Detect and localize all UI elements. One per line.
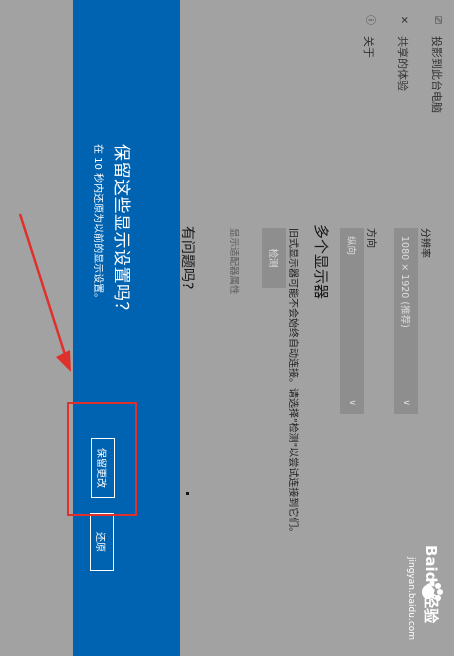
highlight-box bbox=[67, 402, 137, 516]
resolution-dropdown[interactable]: 1080 × 1920 (推荐) ∨ bbox=[394, 228, 418, 414]
watermark-brand: Baidu经验 bbox=[422, 545, 440, 624]
cursor-dot bbox=[186, 492, 189, 495]
orientation-dropdown[interactable]: 纵向 ∨ bbox=[340, 228, 364, 414]
nav-item-label: 关于 bbox=[362, 36, 375, 58]
nav-item-shared-experiences[interactable]: ✕ 共享的体验 bbox=[392, 14, 414, 91]
nav-item-project[interactable]: ⎚ 投影到此台电脑 bbox=[426, 14, 448, 113]
multi-display-heading: 多个显示器 bbox=[312, 224, 330, 300]
rotated-screen: ⎚ 投影到此台电脑 ✕ 共享的体验 ⓘ 关于 分辨率 1080 × 1920 (… bbox=[0, 0, 454, 656]
watermark: Baidu经验 jingyan.baidu.com bbox=[400, 545, 446, 655]
revert-button[interactable]: 还原 bbox=[90, 513, 114, 571]
resolution-label: 分辨率 bbox=[419, 228, 430, 258]
nav-item-label: 投影到此台电脑 bbox=[430, 36, 443, 113]
shared-icon: ✕ bbox=[398, 15, 409, 25]
orientation-value: 纵向 bbox=[345, 236, 356, 256]
dialog-title: 保留这些显示设置吗？ bbox=[111, 144, 131, 319]
chevron-down-icon: ∨ bbox=[347, 399, 357, 406]
multi-display-description: 旧式显示器可能不会始终自动连接。请选择"检测"以尝试连接到它们。 bbox=[287, 228, 298, 538]
nav-item-about[interactable]: ⓘ 关于 bbox=[358, 14, 380, 58]
chevron-down-icon: ∨ bbox=[401, 399, 411, 406]
orientation-label: 方向 bbox=[365, 228, 376, 248]
info-icon: ⓘ bbox=[364, 15, 375, 25]
question-heading: 有问题吗? bbox=[179, 226, 195, 290]
display-adapter-link[interactable]: 显示适配器属性 bbox=[228, 228, 242, 295]
watermark-url: jingyan.baidu.com bbox=[406, 557, 416, 641]
nav-item-label: 共享的体验 bbox=[396, 36, 409, 91]
resolution-value: 1080 × 1920 (推荐) bbox=[399, 236, 410, 328]
detect-button[interactable]: 检测 bbox=[262, 228, 286, 288]
dialog-subtitle: 在 10 秒内还原为以前的显示设置。 bbox=[92, 144, 103, 304]
project-icon: ⎚ bbox=[432, 16, 443, 24]
red-arrow bbox=[18, 213, 71, 372]
